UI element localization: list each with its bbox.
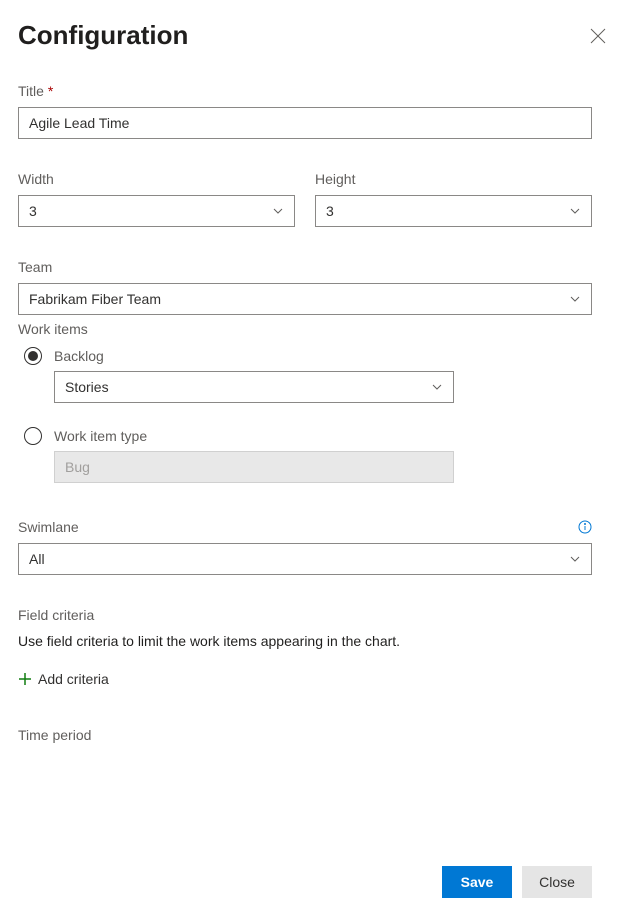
backlog-value: Stories — [65, 379, 109, 395]
swimlane-label: Swimlane — [18, 519, 79, 535]
team-value: Fabrikam Fiber Team — [29, 291, 161, 307]
swimlane-value: All — [29, 551, 45, 567]
height-select[interactable]: 3 — [315, 195, 592, 227]
work-item-type-select: Bug — [54, 451, 454, 483]
swimlane-select[interactable]: All — [18, 543, 592, 575]
add-criteria-button[interactable]: Add criteria — [18, 671, 109, 687]
field-criteria-heading: Field criteria — [18, 607, 592, 623]
close-footer-button[interactable]: Close — [522, 866, 592, 898]
chevron-down-icon — [569, 553, 581, 565]
backlog-select[interactable]: Stories — [54, 371, 454, 403]
work-items-heading: Work items — [18, 321, 592, 337]
save-button[interactable]: Save — [442, 866, 512, 898]
title-input[interactable] — [18, 107, 592, 139]
info-icon[interactable] — [578, 520, 592, 534]
work-item-type-radio[interactable] — [24, 427, 42, 445]
close-icon — [590, 28, 606, 44]
work-item-type-radio-label[interactable]: Work item type — [54, 428, 147, 444]
width-value: 3 — [29, 203, 37, 219]
height-value: 3 — [326, 203, 334, 219]
height-label: Height — [315, 171, 592, 187]
close-button[interactable] — [586, 24, 610, 48]
field-criteria-description: Use field criteria to limit the work ite… — [18, 633, 592, 649]
work-item-type-value: Bug — [65, 459, 90, 475]
width-label: Width — [18, 171, 295, 187]
backlog-radio-label[interactable]: Backlog — [54, 348, 104, 364]
page-title: Configuration — [18, 20, 188, 51]
title-label: Title — [18, 83, 592, 99]
chevron-down-icon — [569, 293, 581, 305]
time-period-heading: Time period — [18, 727, 592, 743]
team-label: Team — [18, 259, 592, 275]
backlog-radio[interactable] — [24, 347, 42, 365]
team-select[interactable]: Fabrikam Fiber Team — [18, 283, 592, 315]
width-select[interactable]: 3 — [18, 195, 295, 227]
add-criteria-label: Add criteria — [38, 671, 109, 687]
chevron-down-icon — [569, 205, 581, 217]
plus-icon — [18, 672, 32, 686]
chevron-down-icon — [272, 205, 284, 217]
chevron-down-icon — [431, 381, 443, 393]
